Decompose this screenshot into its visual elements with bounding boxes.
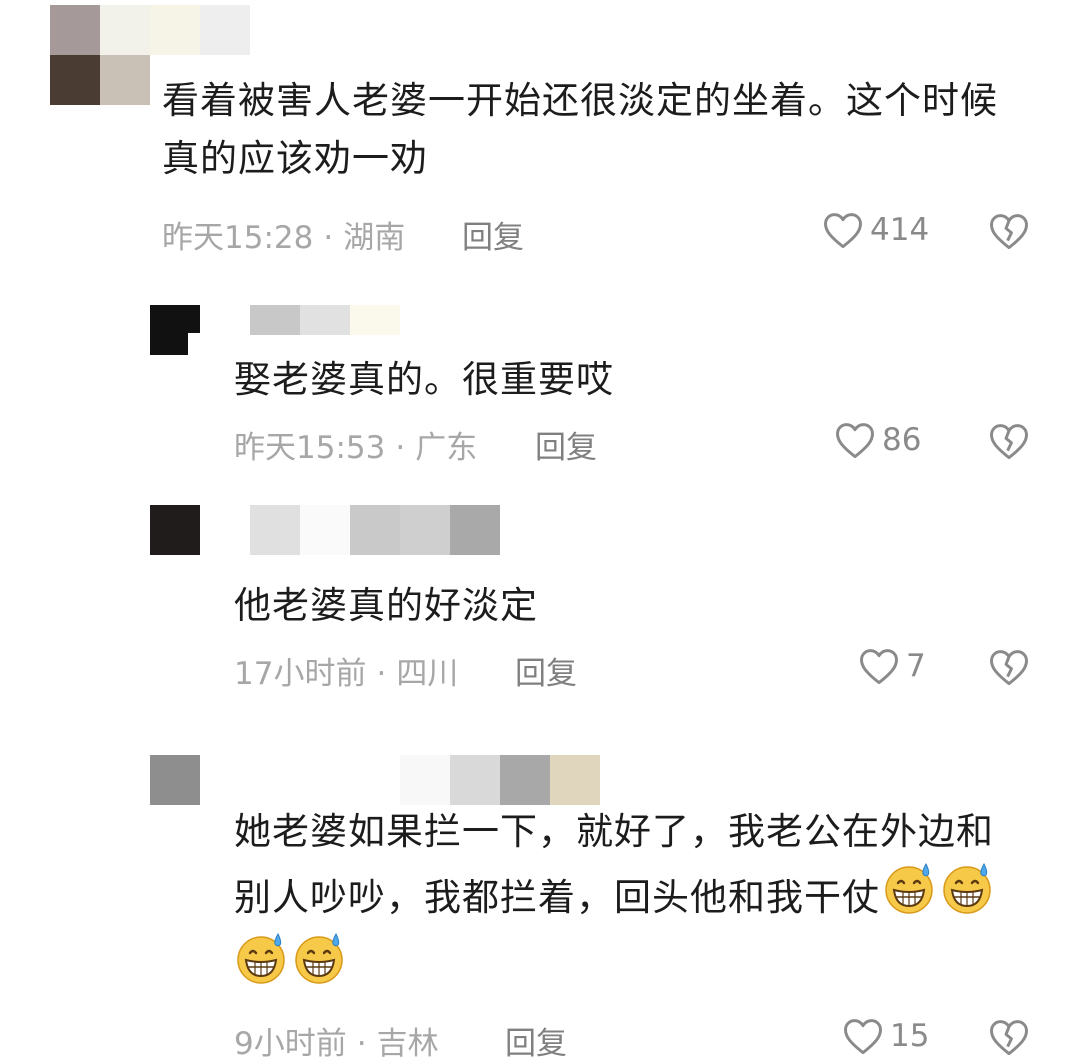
comment-meta: 9小时前 · 吉林 bbox=[234, 1018, 439, 1063]
broken-heart-icon bbox=[990, 650, 1028, 686]
grinning-sweat-emoji bbox=[234, 931, 288, 1007]
comment-text: 看着被害人老婆一开始还很淡定的坐着。这个时候 真的应该劝一劝 bbox=[162, 72, 998, 188]
comment-text-line: 他老婆真的好淡定 bbox=[234, 584, 538, 627]
meta-separator: · bbox=[356, 1026, 367, 1062]
dislike-button[interactable] bbox=[988, 647, 1030, 691]
comment-time: 17小时前 bbox=[234, 656, 367, 692]
reply-item: 他老婆真的好淡定 17小时前 · 四川 回复 7 bbox=[0, 500, 1080, 710]
comment-meta: 昨天15:28 · 湖南 bbox=[162, 212, 405, 257]
username-blurred[interactable] bbox=[400, 755, 600, 805]
reply-button[interactable]: 回复 bbox=[515, 648, 577, 693]
grinning-sweat-emoji bbox=[882, 861, 936, 938]
meta-separator: · bbox=[376, 656, 387, 692]
broken-heart-icon bbox=[990, 214, 1028, 250]
comment-time: 昨天15:28 bbox=[162, 220, 314, 256]
comment-time: 昨天15:53 bbox=[234, 430, 386, 466]
comment-time: 9小时前 bbox=[234, 1026, 347, 1062]
comment-text-line: 看着被害人老婆一开始还很淡定的坐着。这个时候 bbox=[162, 79, 998, 122]
comment-location: 湖南 bbox=[343, 220, 406, 256]
comment-text: 他老婆真的好淡定 bbox=[234, 577, 538, 635]
like-count: 414 bbox=[870, 212, 930, 248]
reply-button[interactable]: 回复 bbox=[462, 212, 524, 257]
meta-separator: · bbox=[395, 430, 406, 466]
avatar[interactable] bbox=[150, 505, 200, 555]
comment-text-line: 她老婆如果拦一下，就好了，我老公在外边和 bbox=[234, 810, 994, 853]
heart-outline-icon bbox=[824, 213, 862, 249]
dislike-button[interactable] bbox=[988, 211, 1030, 255]
comment-text-line: 娶老婆真的。很重要哎 bbox=[234, 358, 614, 401]
comment-item: 看着被害人老婆一开始还很淡定的坐着。这个时候 真的应该劝一劝 昨天15:28 · 湖… bbox=[0, 0, 1080, 260]
reply-button[interactable]: 回复 bbox=[505, 1018, 567, 1063]
heart-outline-icon bbox=[836, 423, 874, 459]
username-blurred[interactable] bbox=[250, 505, 500, 555]
like-count: 7 bbox=[906, 648, 926, 684]
reply-item: 她老婆如果拦一下，就好了，我老公在外边和 别人吵吵，我都拦着，回头他和我干仗 9… bbox=[0, 750, 1080, 1062]
comment-text-line: 真的应该劝一劝 bbox=[162, 137, 428, 180]
like-count: 15 bbox=[890, 1018, 930, 1054]
reply-button[interactable]: 回复 bbox=[535, 422, 597, 467]
grinning-sweat-emoji bbox=[292, 931, 346, 1007]
username-blurred[interactable] bbox=[150, 5, 260, 55]
reply-item: 娶老婆真的。很重要哎 昨天15:53 · 广东 回复 86 bbox=[0, 290, 1080, 480]
like-count: 86 bbox=[882, 422, 922, 458]
comment-text-line: 别人吵吵，我都拦着，回头他和我干仗 bbox=[234, 876, 880, 919]
avatar[interactable] bbox=[150, 755, 200, 805]
like-button[interactable]: 414 bbox=[822, 210, 929, 250]
avatar[interactable] bbox=[50, 5, 150, 105]
like-button[interactable]: 86 bbox=[834, 420, 921, 460]
dislike-button[interactable] bbox=[988, 1017, 1030, 1061]
like-button[interactable]: 7 bbox=[858, 646, 926, 686]
comment-location: 广东 bbox=[415, 430, 478, 466]
username-blurred[interactable] bbox=[250, 305, 400, 355]
comment-text: 她老婆如果拦一下，就好了，我老公在外边和 别人吵吵，我都拦着，回头他和我干仗 bbox=[234, 803, 996, 999]
heart-outline-icon bbox=[844, 1019, 882, 1055]
avatar[interactable] bbox=[150, 305, 200, 355]
broken-heart-icon bbox=[990, 1020, 1028, 1056]
broken-heart-icon bbox=[990, 424, 1028, 460]
heart-outline-icon bbox=[860, 649, 898, 685]
meta-separator: · bbox=[323, 220, 334, 256]
comment-meta: 17小时前 · 四川 bbox=[234, 648, 458, 693]
grinning-sweat-emoji bbox=[940, 861, 994, 938]
like-button[interactable]: 15 bbox=[842, 1016, 929, 1056]
comment-location: 四川 bbox=[396, 656, 459, 692]
dislike-button[interactable] bbox=[988, 421, 1030, 465]
comment-meta: 昨天15:53 · 广东 bbox=[234, 422, 477, 467]
comment-location: 吉林 bbox=[376, 1026, 439, 1062]
comment-text: 娶老婆真的。很重要哎 bbox=[234, 351, 614, 409]
